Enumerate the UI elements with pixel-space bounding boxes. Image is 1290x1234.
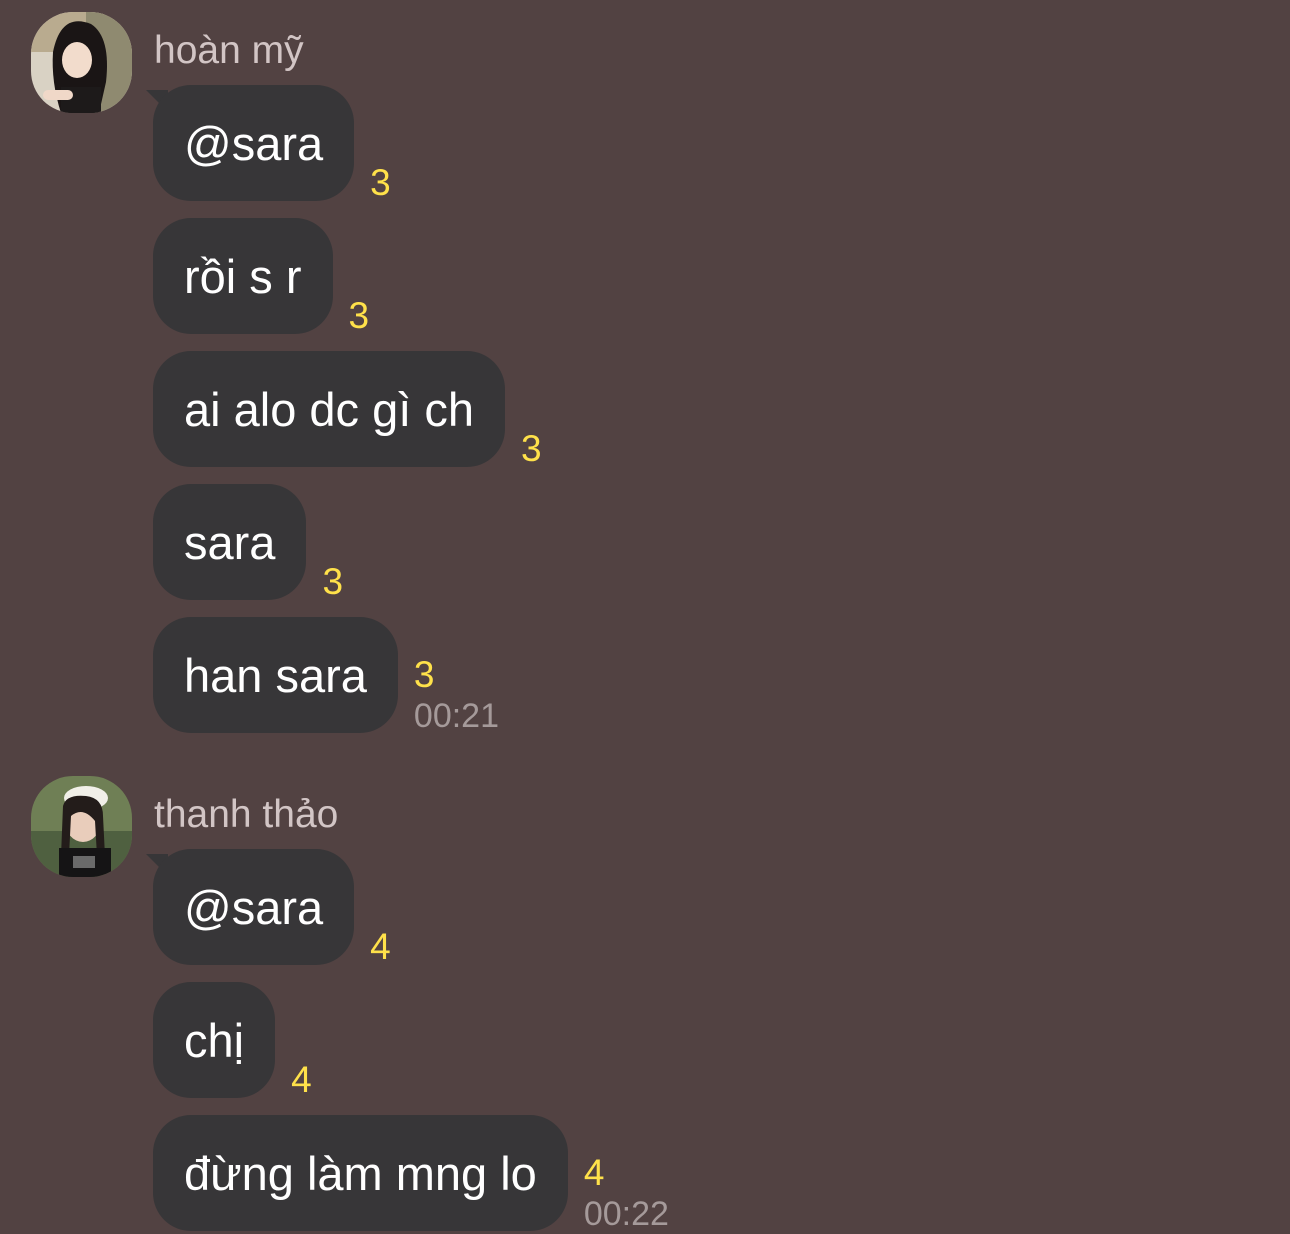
avatar-photo-icon — [31, 12, 132, 113]
unread-count: 3 — [370, 162, 391, 203]
avatar-photo-icon — [31, 776, 132, 877]
unread-count: 4 — [291, 1059, 312, 1100]
message-bubble[interactable]: @sara — [153, 849, 355, 965]
avatar[interactable] — [31, 12, 132, 113]
unread-count: 3 — [348, 295, 370, 336]
message-bubble[interactable]: đừng làm mng lo — [153, 1115, 568, 1231]
message-meta: 3 00:21 — [414, 656, 499, 733]
message-bubble[interactable]: @sara — [153, 85, 355, 201]
message-meta: 3 — [370, 164, 391, 201]
message-bubble[interactable]: han sara — [153, 617, 398, 733]
unread-count: 3 — [521, 428, 542, 469]
unread-count: 4 — [583, 1152, 605, 1193]
message-bubble[interactable]: chị — [153, 982, 276, 1098]
message-meta: 3 — [322, 563, 343, 600]
message-meta: 3 — [349, 297, 370, 334]
sender-name: hoàn mỹ — [154, 29, 304, 72]
chat-view: hoàn mỹ @sara 3 rồi s r 3 ai alo dc gì c… — [0, 0, 1290, 1234]
message-bubble[interactable]: sara — [153, 484, 307, 600]
unread-count: 3 — [322, 561, 344, 602]
message-row: đừng làm mng lo 4 00:22 — [153, 1115, 669, 1231]
message-row: @sara 3 — [153, 85, 391, 201]
message-row: rồi s r 3 — [153, 218, 369, 334]
avatar[interactable] — [31, 776, 132, 877]
message-meta: 4 — [291, 1061, 312, 1098]
message-timestamp: 00:22 — [583, 1195, 669, 1233]
message-row: @sara 4 — [153, 849, 391, 965]
message-bubble[interactable]: ai alo dc gì ch — [153, 351, 506, 467]
message-row: ai alo dc gì ch 3 — [153, 351, 542, 467]
message-timestamp: 00:21 — [413, 697, 499, 735]
message-row: sara 3 — [153, 484, 343, 600]
message-meta: 3 — [521, 430, 542, 467]
message-bubble[interactable]: rồi s r — [153, 218, 333, 334]
unread-count: 4 — [370, 926, 391, 967]
message-meta: 4 — [370, 928, 391, 965]
message-row: chị 4 — [153, 982, 312, 1098]
message-row: han sara 3 00:21 — [153, 617, 499, 733]
message-meta: 4 00:22 — [584, 1154, 669, 1231]
sender-name: thanh thảo — [154, 793, 339, 836]
unread-count: 3 — [413, 654, 435, 695]
